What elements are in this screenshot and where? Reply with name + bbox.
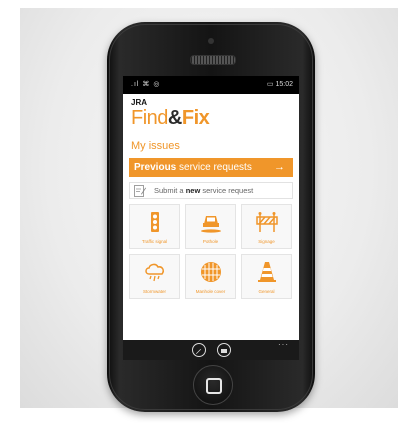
battery-time: ▭ 15:02 [266,81,293,88]
category-signage[interactable]: Signage [241,204,292,249]
submit-new-request-button[interactable]: Submit a new service request [129,182,293,199]
status-icons: ⌘ ◎ [142,81,161,88]
phone-screen: .ıl ⌘ ◎ ▭ 15:02 JRA Find&Fix My issues P… [123,76,299,360]
app-content: JRA Find&Fix My issues Previous service … [123,94,299,340]
submit-bold: new [185,186,201,195]
roadblock-sign-icon [256,212,278,232]
map-button[interactable] [217,343,231,357]
previous-bold: Previous [134,162,177,173]
category-pothole[interactable]: Pothole [185,204,236,249]
category-manhole-cover[interactable]: Manhole cover [185,254,236,299]
signal-text: .ıl [131,81,140,88]
category-label: Stormwater [142,289,166,294]
app-logo: Find&Fix [131,107,210,130]
traffic-signal-icon [151,212,159,232]
previous-rest: service requests [176,162,252,173]
folder-icon [221,349,227,353]
app-bar: ··· [123,340,299,360]
category-label: Manhole cover [195,289,226,294]
speaker-grille [190,55,236,65]
category-label: Signage [258,239,275,244]
rain-cloud-icon [145,263,164,282]
category-label: Traffic signal [141,239,168,244]
category-label: General [258,289,275,294]
edit-button[interactable] [192,343,206,357]
category-general[interactable]: General [241,254,292,299]
submit-pre: Submit a [154,186,186,195]
more-options-button[interactable]: ··· [278,340,289,349]
edit-form-icon [134,185,146,197]
logo-find: Find [131,107,168,129]
arrow-right-icon: → [274,161,285,173]
category-traffic-signal[interactable]: Traffic signal [129,204,180,249]
category-stormwater[interactable]: Stormwater [129,254,180,299]
traffic-cone-icon [258,262,276,282]
submit-post: service request [200,186,254,195]
signal-icon: .ıl ⌘ ◎ [131,80,160,88]
pencil-icon [196,349,201,354]
org-label: JRA [131,98,148,107]
manhole-cover-icon [201,262,221,282]
logo-amp: & [167,107,182,129]
camera-icon [208,38,214,44]
home-button[interactable] [193,365,233,405]
status-bar: .ıl ⌘ ◎ ▭ 15:02 [123,76,299,92]
home-square-icon [206,378,222,394]
category-label: Pothole [202,239,219,244]
submit-text: Submit a new service request [154,183,253,198]
section-title: My issues [131,140,180,152]
pothole-car-icon [201,216,221,233]
phone-frame: .ıl ⌘ ◎ ▭ 15:02 JRA Find&Fix My issues P… [107,22,315,412]
logo-fix: Fix [181,107,210,129]
previous-requests-button[interactable]: Previous service requests → [129,158,293,177]
